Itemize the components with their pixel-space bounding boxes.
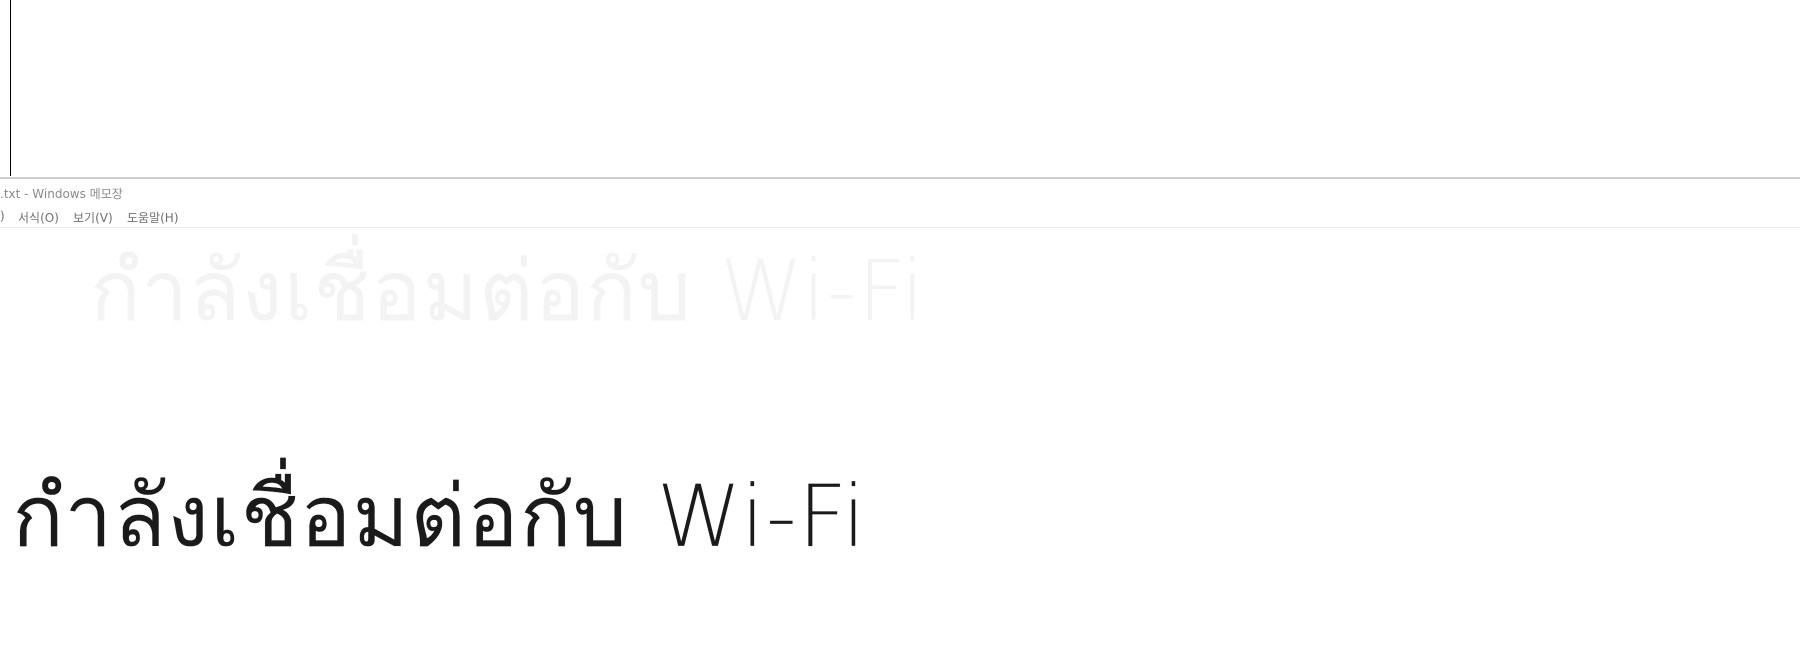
screen: .txt - Windows 메모장 ) 서식(O) 보기(V) 도움말(H) …: [0, 0, 1800, 660]
text-caret: [10, 0, 11, 176]
ghost-overlay-text: กำลังเชื่อมต่อกับ Wi-Fi: [90, 242, 926, 340]
notepad-window: .txt - Windows 메모장 ) 서식(O) 보기(V) 도움말(H) …: [0, 179, 1800, 660]
title-bar[interactable]: .txt - Windows 메모장: [0, 179, 1800, 205]
menu-item-format[interactable]: 서식(O): [18, 209, 59, 226]
upper-blank-window[interactable]: [0, 0, 1800, 178]
editor-text[interactable]: กำลังเชื่อมต่อกับ Wi-Fi: [12, 447, 867, 584]
window-title: .txt - Windows 메모장: [0, 187, 123, 201]
menu-item-edit-partial[interactable]: ): [0, 209, 5, 223]
